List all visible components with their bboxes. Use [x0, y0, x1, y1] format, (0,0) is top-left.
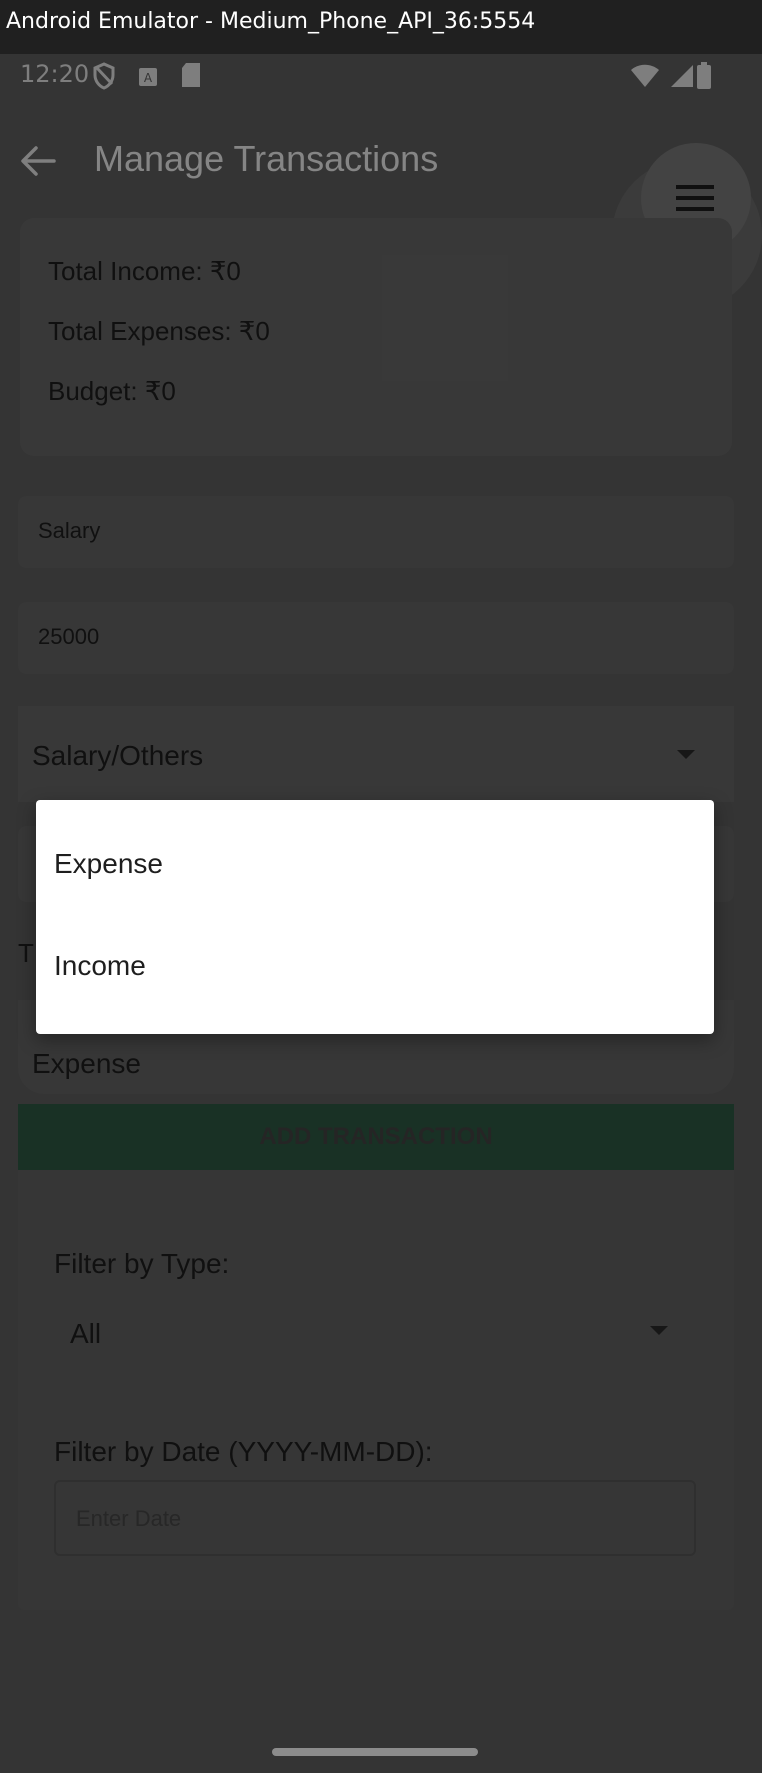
menu-option-income[interactable]: Income: [36, 916, 714, 1018]
menu-option-label: Income: [54, 950, 146, 981]
type-dropdown-menu: Expense Income: [36, 800, 714, 1034]
emulator-frame-edge: [762, 0, 767, 1773]
menu-option-expense[interactable]: Expense: [36, 814, 714, 916]
phone-screen: 12:20 A Manage Transactions Total Income…: [0, 54, 762, 1773]
menu-option-label: Expense: [54, 848, 163, 879]
emulator-window-title: Android Emulator - Medium_Phone_API_36:5…: [0, 0, 767, 54]
